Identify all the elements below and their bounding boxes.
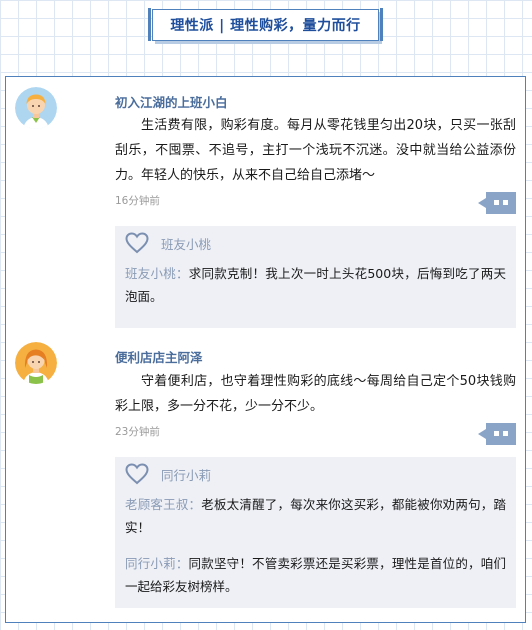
post-text: 生活费有限，购彩有度。每月从零花钱里匀出20块，只买一张刮刮乐，不囤票、不追号，… <box>115 118 516 183</box>
like-row: 同行小莉 <box>125 461 211 487</box>
reply-item[interactable]: 老顾客王叔：老板太清醒了，每次来你这买彩，都能被你劝两句，踏实！ <box>125 493 506 539</box>
girl-avatar-icon[interactable] <box>15 342 57 384</box>
heart-icon <box>125 232 149 254</box>
reply-box: 班友小桃 班友小桃：求同款克制！我上次一时上头花500块，后悔到吃了两天泡面。 <box>115 226 516 328</box>
post-time: 23分钟前 <box>115 426 160 438</box>
reply-box: 同行小莉 老顾客王叔：老板太清醒了，每次来你这买彩，都能被你劝两句，踏实！ 同行… <box>115 457 516 608</box>
heart-icon <box>125 463 149 485</box>
boy-avatar-icon[interactable] <box>15 87 57 129</box>
reply-author[interactable]: 老顾客王叔： <box>125 497 201 512</box>
moments-card: 初入江湖的上班小白 生活费有限，购彩有度。每月从零花钱里匀出20块，只买一张刮刮… <box>5 76 526 623</box>
reply-author[interactable]: 同行小莉： <box>125 556 189 571</box>
like-row: 班友小桃 <box>125 230 211 256</box>
reply-author[interactable]: 班友小桃： <box>125 266 189 281</box>
comment-button[interactable] <box>478 192 516 214</box>
reply-item[interactable]: 班友小桃：求同款克制！我上次一时上头花500块，后悔到吃了两天泡面。 <box>125 262 506 308</box>
reply-item[interactable]: 同行小莉：同款坚守！不管卖彩票还是买彩票，理性是首位的，咱们一起给彩友树榜样。 <box>125 552 506 598</box>
page-title: 理性派 | 理性购彩，量力而行 <box>170 18 361 34</box>
like-user[interactable]: 同行小莉 <box>161 465 211 484</box>
like-user[interactable]: 班友小桃 <box>161 234 211 253</box>
post-time: 16分钟前 <box>115 195 160 207</box>
comment-button[interactable] <box>478 423 516 445</box>
post-author[interactable]: 便利店店主阿泽 <box>115 347 203 366</box>
post-text: 守着便利店，也守着理性购彩的底线～每周给自己定个50块钱购彩上限，多一分不花，少… <box>115 374 516 414</box>
title-banner: 理性派 | 理性购彩，量力而行 <box>148 8 383 41</box>
post-author[interactable]: 初入江湖的上班小白 <box>115 92 228 111</box>
